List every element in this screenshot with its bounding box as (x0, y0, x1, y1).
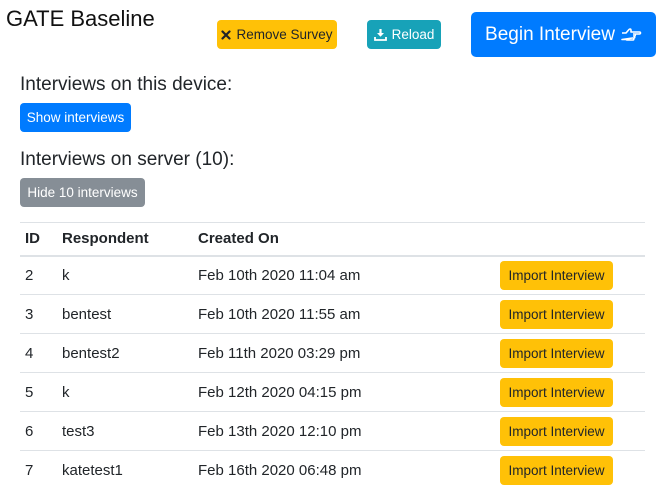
remove-survey-button[interactable]: Remove Survey (217, 20, 337, 49)
import-interview-button[interactable]: Import Interview (500, 260, 613, 290)
table-row: 4 bentest2 Feb 11th 2020 03:29 pm Import… (20, 333, 645, 373)
remove-survey-label: Remove Survey (236, 27, 333, 42)
row-id: 2 (20, 255, 57, 295)
import-interview-button[interactable]: Import Interview (500, 416, 613, 446)
hide-interviews-button[interactable]: Hide 10 interviews (20, 178, 145, 207)
row-id: 6 (20, 411, 57, 451)
row-created-on: Feb 12th 2020 04:15 pm (193, 372, 495, 412)
table-row: 5 k Feb 12th 2020 04:15 pm Import Interv… (20, 372, 645, 412)
import-interview-button[interactable]: Import Interview (500, 338, 613, 368)
page-title: GATE Baseline (6, 6, 155, 31)
row-created-on: Feb 10th 2020 11:04 am (193, 255, 495, 295)
table-row: 6 test3 Feb 13th 2020 12:10 pm Import In… (20, 411, 645, 451)
row-id: 3 (20, 294, 57, 334)
import-interview-button[interactable]: Import Interview (500, 299, 613, 329)
show-interviews-button[interactable]: Show interviews (20, 103, 131, 132)
row-respondent: katetest1 (57, 450, 193, 487)
import-interview-button[interactable]: Import Interview (500, 455, 613, 485)
table-row: 2 k Feb 10th 2020 11:04 am Import Interv… (20, 255, 645, 295)
row-created-on: Feb 13th 2020 12:10 pm (193, 411, 495, 451)
row-created-on: Feb 11th 2020 03:29 pm (193, 333, 495, 373)
begin-interview-label: Begin Interview (485, 23, 615, 45)
interviews-table: ID Respondent Created On 2 k Feb 10th 20… (20, 222, 645, 487)
row-respondent: test3 (57, 411, 193, 451)
begin-interview-button[interactable]: Begin Interview (471, 12, 656, 57)
row-id: 4 (20, 333, 57, 373)
row-respondent: k (57, 372, 193, 412)
column-header-id: ID (20, 222, 57, 257)
row-created-on: Feb 16th 2020 06:48 pm (193, 450, 495, 487)
reload-button[interactable]: Reload (367, 20, 441, 49)
download-icon (373, 28, 387, 41)
row-respondent: bentest (57, 294, 193, 334)
reload-label: Reload (391, 27, 435, 42)
row-created-on: Feb 10th 2020 11:55 am (193, 294, 495, 334)
row-id: 7 (20, 450, 57, 487)
row-respondent: k (57, 255, 193, 295)
server-interviews-heading: Interviews on server (10): (20, 149, 235, 170)
table-row: 3 bentest Feb 10th 2020 11:55 am Import … (20, 294, 645, 334)
row-id: 5 (20, 372, 57, 412)
hand-pointing-right-icon (620, 26, 642, 44)
import-interview-button[interactable]: Import Interview (500, 377, 613, 407)
close-icon (221, 29, 232, 40)
column-header-respondent: Respondent (57, 222, 193, 257)
row-respondent: bentest2 (57, 333, 193, 373)
table-row: 7 katetest1 Feb 16th 2020 06:48 pm Impor… (20, 450, 645, 487)
device-interviews-heading: Interviews on this device: (20, 74, 233, 95)
table-header-row: ID Respondent Created On (20, 222, 645, 257)
column-header-action (495, 222, 645, 257)
column-header-created-on: Created On (193, 222, 495, 257)
